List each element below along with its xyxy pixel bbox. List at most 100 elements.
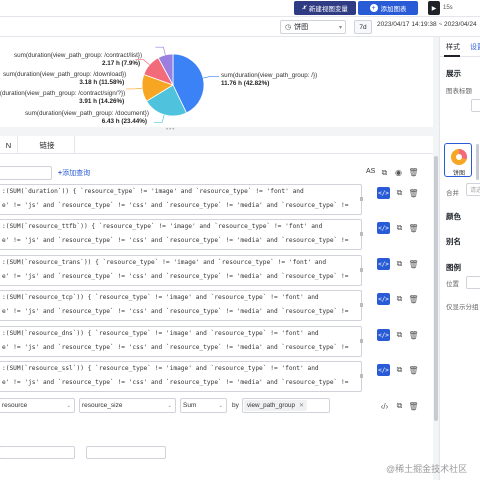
add-query-button[interactable]: +添加查询	[58, 168, 90, 178]
pie-label-contract-sign: sum(duration{view_path_group: /contract/…	[0, 90, 125, 106]
as-toggle[interactable]: AS	[366, 168, 375, 175]
copy-icon[interactable]: ⧉	[394, 329, 405, 341]
query-line: e' != 'js' and `resource_type` != 'css' …	[2, 237, 349, 244]
bottom-select[interactable]	[86, 446, 166, 459]
pie-label-download: sum(duration{view_path_group: /download}…	[3, 71, 126, 87]
trash-icon[interactable]: 🗑	[408, 329, 419, 341]
group-only-label: 仅显示分组	[446, 304, 479, 311]
pie-label-name: sum(duration{view_path_group: /contract/…	[14, 52, 143, 59]
query-tabs: N 链接	[0, 136, 433, 154]
query-line: :(SUM(`resource_tcp`)) { `resource_type`…	[2, 294, 319, 301]
chart-toolbar: ◷ 饼图 ▾ 7d 2023/04/17 14:19:38 ~ 2023/04/…	[0, 17, 480, 37]
tab-style[interactable]: 样式	[446, 42, 460, 52]
legend-section-title: 图例	[446, 263, 461, 272]
query-text-box[interactable]: :(SUM(`resource_ttfb`)) { `resource_type…	[0, 219, 363, 250]
refresh-interval[interactable]: 15s	[443, 1, 473, 15]
pie-leader-line	[155, 46, 166, 56]
code-icon[interactable]: </>	[377, 258, 390, 270]
resize-handle[interactable]: •••	[166, 127, 175, 133]
trash-icon[interactable]: 🗑	[408, 167, 419, 178]
settings-panel: 样式 设置 展示 图表标题 饼图 合并 请选 颜色 别名 图例 位置 仅显示分组	[439, 37, 480, 480]
query-name-input[interactable]	[0, 166, 52, 180]
trash-icon[interactable]: 🗑	[408, 293, 419, 305]
code-icon[interactable]: </>	[377, 187, 390, 199]
tab-query-label: N	[5, 140, 12, 150]
chart-type-card-pie[interactable]: 饼图	[444, 143, 472, 177]
panel-tabs: 样式 设置	[440, 37, 480, 57]
pie-chart-caption: 饼图	[452, 171, 465, 177]
new-view-variable-button[interactable]: 𝑥 新建视图变量	[294, 1, 356, 15]
query-line: :(SUM(`resource_trans`)) { `resource_typ…	[2, 259, 327, 266]
query-text-box[interactable]: :(SUM(`resource_ssl`)) { `resource_type`…	[0, 361, 363, 392]
copy-icon[interactable]: ⧉	[394, 187, 405, 199]
query-line: :(SUM(`resource_dns`)) { `resource_type`…	[2, 330, 319, 337]
trash-icon[interactable]: 🗑	[408, 364, 419, 376]
code-icon[interactable]: </>	[377, 293, 390, 305]
code-icon[interactable]: </>	[377, 364, 390, 376]
query-text-box[interactable]: :(SUM(`resource_trans`)) { `resource_typ…	[0, 255, 363, 286]
query-text-box[interactable]: :(SUM(`resource_dns`)) { `resource_type`…	[0, 326, 363, 357]
tab-link-label: 链接	[39, 140, 55, 150]
copy-icon[interactable]: ⧉	[394, 293, 405, 305]
source-select[interactable]: resource ⌄	[0, 398, 75, 413]
merge-select[interactable]: 请选	[466, 183, 480, 196]
trash-icon[interactable]: 🗑	[408, 222, 419, 234]
function-select[interactable]: Sum ⌄	[180, 398, 227, 413]
watermark: @稀土掘金技术社区	[386, 464, 468, 474]
query-line: :(SUM(`resource_ssl`)) { `resource_type`…	[2, 365, 319, 372]
pie-label-value: 3.91 h (14.26%)	[79, 98, 125, 105]
add-chart-label: 添加图表	[380, 6, 407, 13]
chart-title-label: 图表标题	[446, 88, 472, 95]
bottom-controls	[0, 446, 433, 460]
range-shortcut-button[interactable]: 7d	[354, 20, 372, 34]
copy-icon[interactable]: ⧉	[394, 222, 405, 234]
query-line: e' != 'js' and `resource_type` != 'css' …	[2, 273, 349, 280]
copy-icon[interactable]: ⧉	[379, 167, 390, 178]
chevron-down-icon: ⌄	[218, 402, 223, 409]
field-select[interactable]: resource_size ⌄	[79, 398, 176, 413]
copy-icon[interactable]: ⧉	[394, 364, 405, 376]
add-query-label: 添加查询	[62, 170, 91, 177]
legend-position-select[interactable]	[466, 276, 480, 289]
chart-preview: sum(duration{view_path_group: /contract/…	[0, 37, 433, 127]
code-icon[interactable]: </>	[377, 222, 390, 234]
panel-scrollbar[interactable]	[476, 144, 479, 180]
pie-label-contract-list: sum(duration{view_path_group: /contract/…	[14, 52, 142, 68]
code-icon[interactable]: ‹/›	[379, 400, 390, 412]
scrollbar-thumb[interactable]	[434, 156, 438, 421]
pie-chart-icon	[451, 149, 468, 165]
add-chart-button[interactable]: + 添加图表	[358, 1, 418, 15]
query-text-box[interactable]: :(SUM(`duration`)) { `resource_type` != …	[0, 184, 363, 215]
chart-type-select[interactable]: ◷ 饼图 ▾	[280, 20, 346, 34]
scroll-indicator	[360, 374, 363, 378]
query-line: e' != 'js' and `resource_type` != 'css' …	[2, 308, 349, 315]
eye-icon[interactable]: ◉	[393, 167, 404, 178]
pie-label-name: sum(duration{view_path_group: /contract/…	[0, 90, 126, 97]
bottom-select[interactable]	[0, 446, 75, 459]
time-range-picker[interactable]: 2023/04/17 14:19:38 ~ 2023/04/24	[377, 21, 477, 28]
tab-query[interactable]: N	[0, 136, 18, 154]
active-tab-indicator	[444, 55, 460, 57]
pie-label-value: 6.43 h (23.44%)	[101, 118, 147, 125]
tab-link[interactable]: 链接	[20, 136, 75, 154]
copy-icon[interactable]: ⧉	[394, 400, 405, 412]
group-by-tag[interactable]: view_path_group ✕	[244, 400, 307, 411]
position-label: 位置	[446, 281, 459, 288]
code-icon[interactable]: </>	[377, 329, 390, 341]
pie-label-value: 11.76 h (42.82%)	[221, 80, 270, 87]
pie-label-name: sum(duration{view_path_group: /document}…	[25, 110, 149, 117]
merge-placeholder: 请选	[470, 188, 480, 194]
scroll-indicator	[360, 232, 363, 236]
query-text-box[interactable]: :(SUM(`resource_tcp`)) { `resource_type`…	[0, 290, 363, 321]
trash-icon[interactable]: 🗑	[408, 187, 419, 199]
top-toolbar: 𝑥 新建视图变量 + 添加图表 ▶ 15s	[0, 0, 480, 17]
trash-icon[interactable]: 🗑	[408, 400, 419, 412]
play-icon[interactable]: ▶	[428, 1, 440, 15]
copy-icon[interactable]: ⧉	[394, 258, 405, 270]
pie-label-value: 2.17 h (7.9%)	[101, 60, 141, 67]
chart-title-input[interactable]	[471, 99, 480, 112]
tab-settings[interactable]: 设置	[470, 42, 480, 52]
close-icon[interactable]: ✕	[299, 402, 304, 409]
pie-leader-line	[203, 75, 220, 79]
trash-icon[interactable]: 🗑	[408, 258, 419, 270]
